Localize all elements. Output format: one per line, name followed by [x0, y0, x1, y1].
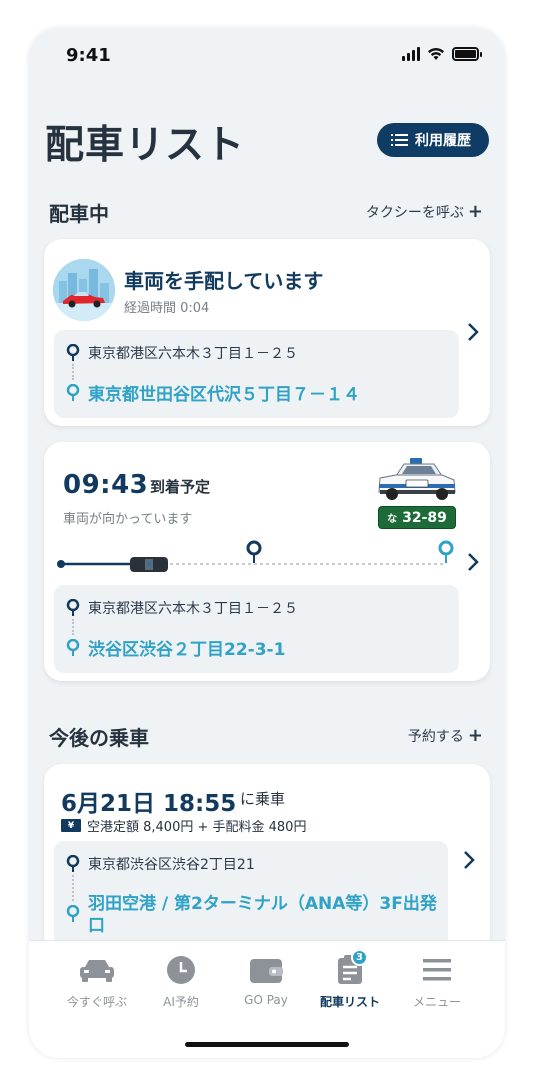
call-taxi-link[interactable]: タクシーを呼ぶ +	[366, 202, 483, 222]
destination-pin-icon	[66, 638, 80, 657]
reservation-card[interactable]: 6月21日 18:55 に乗車 ¥ 空港定額 8,400円 + 手配料金 480…	[44, 764, 490, 954]
reserve-label: 予約する	[407, 729, 464, 745]
battery-icon	[452, 47, 482, 61]
chevron-right-icon[interactable]	[466, 322, 480, 342]
plus-icon: +	[467, 201, 483, 222]
nav-go-pay[interactable]: GO Pay	[224, 941, 308, 1021]
route-dots	[72, 364, 74, 380]
plate-kana: な	[387, 514, 398, 525]
ride-datetime: 6月21日 18:55	[61, 791, 237, 817]
destination-row: 渋谷区渋谷２丁目22-3-1	[66, 635, 285, 660]
eta-label: 到着予定	[150, 478, 211, 496]
nav-label: AI予約	[163, 995, 199, 1009]
nav-dispatch-list[interactable]: 3 配車リスト	[308, 941, 392, 1021]
usage-history-button[interactable]: 利用履歴	[377, 123, 489, 157]
license-plate: な 32-89	[378, 506, 456, 529]
pickup-row: 東京都渋谷区渋谷2丁目21	[66, 854, 255, 874]
dispatching-card[interactable]: 車両を手配しています 経過時間 0:04 東京都港区六本木３丁目１－２５ 東京都…	[44, 239, 490, 426]
nav-call-now[interactable]: 今すぐ呼ぶ	[55, 941, 139, 1021]
nav-menu[interactable]: メニュー	[395, 941, 479, 1021]
plate-number: 32-89	[402, 509, 447, 526]
taxi-illustration	[378, 458, 456, 500]
elapsed-time: 経過時間 0:04	[124, 301, 210, 316]
clock-icon	[161, 955, 201, 985]
nav-label: 配車リスト	[319, 995, 380, 1009]
destination-row: 東京都世田谷区代沢５丁目７－１４	[66, 380, 360, 405]
price-row: ¥ 空港定額 8,400円 + 手配料金 480円	[61, 816, 306, 835]
dispatch-status-title: 車両を手配しています	[124, 269, 324, 293]
status-time: 9:41	[66, 45, 111, 66]
plus-icon: +	[467, 725, 483, 746]
active-rides-heading: 配車中	[49, 202, 109, 226]
route-box: 東京都渋谷区渋谷2丁目21 羽田空港 / 第2ターミナル（ANA等）3F出発口	[54, 841, 448, 954]
chevron-right-icon[interactable]	[466, 552, 480, 572]
nav-ai-reservation[interactable]: AI予約	[139, 941, 223, 1021]
nav-label: メニュー	[412, 995, 461, 1009]
price-text: 空港定額 8,400円 + 手配料金 480円	[87, 820, 307, 835]
chevron-right-icon[interactable]	[462, 850, 476, 870]
menu-icon	[417, 955, 457, 985]
approaching-card[interactable]: 09:43 到着予定 車両が向かっています な 32-89 東京都港区六本木３丁…	[44, 442, 490, 681]
route-box: 東京都港区六本木３丁目１－２５ 渋谷区渋谷２丁目22-3-1	[54, 585, 459, 673]
route-dots	[72, 619, 74, 635]
list-icon: 3	[330, 949, 370, 985]
pickup-pin-icon	[66, 599, 80, 617]
notification-badge: 3	[351, 949, 368, 966]
call-taxi-label: タクシーを呼ぶ	[365, 205, 464, 221]
reserve-link[interactable]: 予約する +	[408, 726, 483, 746]
destination-address: 東京都世田谷区代沢５丁目７－１４	[88, 385, 360, 405]
destination-address: 羽田空港 / 第2ターミナル（ANA等）3F出発口	[88, 894, 437, 936]
pickup-pin-icon	[66, 855, 80, 873]
ride-suffix: に乗車	[240, 790, 286, 808]
eta-time: 09:43	[63, 470, 149, 500]
usage-history-label: 利用履歴	[415, 133, 471, 149]
upcoming-rides-heading: 今後の乗車	[49, 726, 149, 750]
home-indicator[interactable]	[185, 1042, 349, 1047]
status-bar: 9:41	[29, 28, 505, 84]
vehicle-status: 車両が向かっています	[63, 512, 193, 527]
page-title: 配車リスト	[45, 123, 246, 168]
progress-track	[57, 540, 454, 572]
city-car-illustration	[53, 259, 115, 321]
pickup-address: 東京都渋谷区渋谷2丁目21	[88, 857, 255, 873]
destination-address: 渋谷区渋谷２丁目22-3-1	[88, 640, 286, 660]
wallet-icon	[246, 955, 286, 985]
nav-label: GO Pay	[244, 993, 288, 1007]
pickup-row: 東京都港区六本木３丁目１－２５	[66, 598, 298, 618]
destination-pin-icon	[66, 383, 80, 402]
bottom-nav: 今すぐ呼ぶ AI予約 GO Pay 3 配車リスト メニュー	[29, 940, 505, 1058]
wifi-icon	[428, 48, 444, 60]
status-icons	[402, 47, 482, 61]
destination-pin-icon	[66, 905, 80, 923]
list-icon	[391, 134, 408, 146]
route-box: 東京都港区六本木３丁目１－２５ 東京都世田谷区代沢５丁目７－１４	[54, 330, 459, 418]
destination-row: 羽田空港 / 第2ターミナル（ANA等）3F出発口	[66, 893, 438, 937]
pickup-address: 東京都港区六本木３丁目１－２５	[88, 346, 298, 362]
phone-screen: 9:41 配車リスト 利用履歴 配車中 タクシーを呼ぶ + 車両を手配しています…	[29, 28, 505, 1058]
signal-icon	[402, 47, 420, 61]
car-icon	[77, 955, 117, 985]
pickup-pin-icon	[66, 344, 80, 362]
pickup-row: 東京都港区六本木３丁目１－２５	[66, 343, 298, 363]
nav-label: 今すぐ呼ぶ	[66, 995, 127, 1009]
pickup-address: 東京都港区六本木３丁目１－２５	[88, 601, 298, 617]
yen-icon: ¥	[61, 819, 81, 832]
